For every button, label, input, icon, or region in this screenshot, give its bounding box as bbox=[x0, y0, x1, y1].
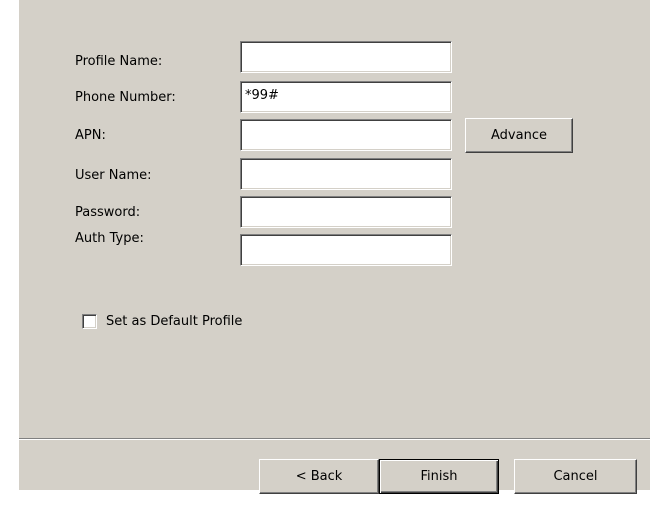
password-label: Password: bbox=[75, 205, 141, 220]
default-profile-label[interactable]: Set as Default Profile bbox=[106, 314, 242, 330]
profile-name-input[interactable] bbox=[240, 41, 452, 73]
user-name-label: User Name: bbox=[75, 168, 152, 183]
cancel-button[interactable]: Cancel bbox=[514, 459, 637, 494]
finish-button[interactable]: Finish bbox=[379, 459, 499, 494]
default-profile-checkbox[interactable] bbox=[82, 314, 97, 329]
phone-number-label: Phone Number: bbox=[75, 90, 176, 105]
user-name-input[interactable] bbox=[240, 158, 452, 190]
back-button[interactable]: < Back bbox=[259, 459, 379, 494]
password-input[interactable] bbox=[240, 196, 452, 228]
phone-number-input[interactable]: *99# bbox=[240, 81, 452, 113]
apn-label: APN: bbox=[75, 128, 106, 143]
auth-type-input[interactable] bbox=[240, 234, 452, 266]
profile-name-label: Profile Name: bbox=[75, 54, 163, 69]
advance-button[interactable]: Advance bbox=[465, 118, 573, 153]
auth-type-label: Auth Type: bbox=[75, 231, 144, 246]
footer-separator bbox=[19, 438, 650, 440]
profile-wizard-dialog: Profile Name: Phone Number: *99# APN: Ad… bbox=[19, 0, 650, 494]
apn-input[interactable] bbox=[240, 119, 452, 151]
